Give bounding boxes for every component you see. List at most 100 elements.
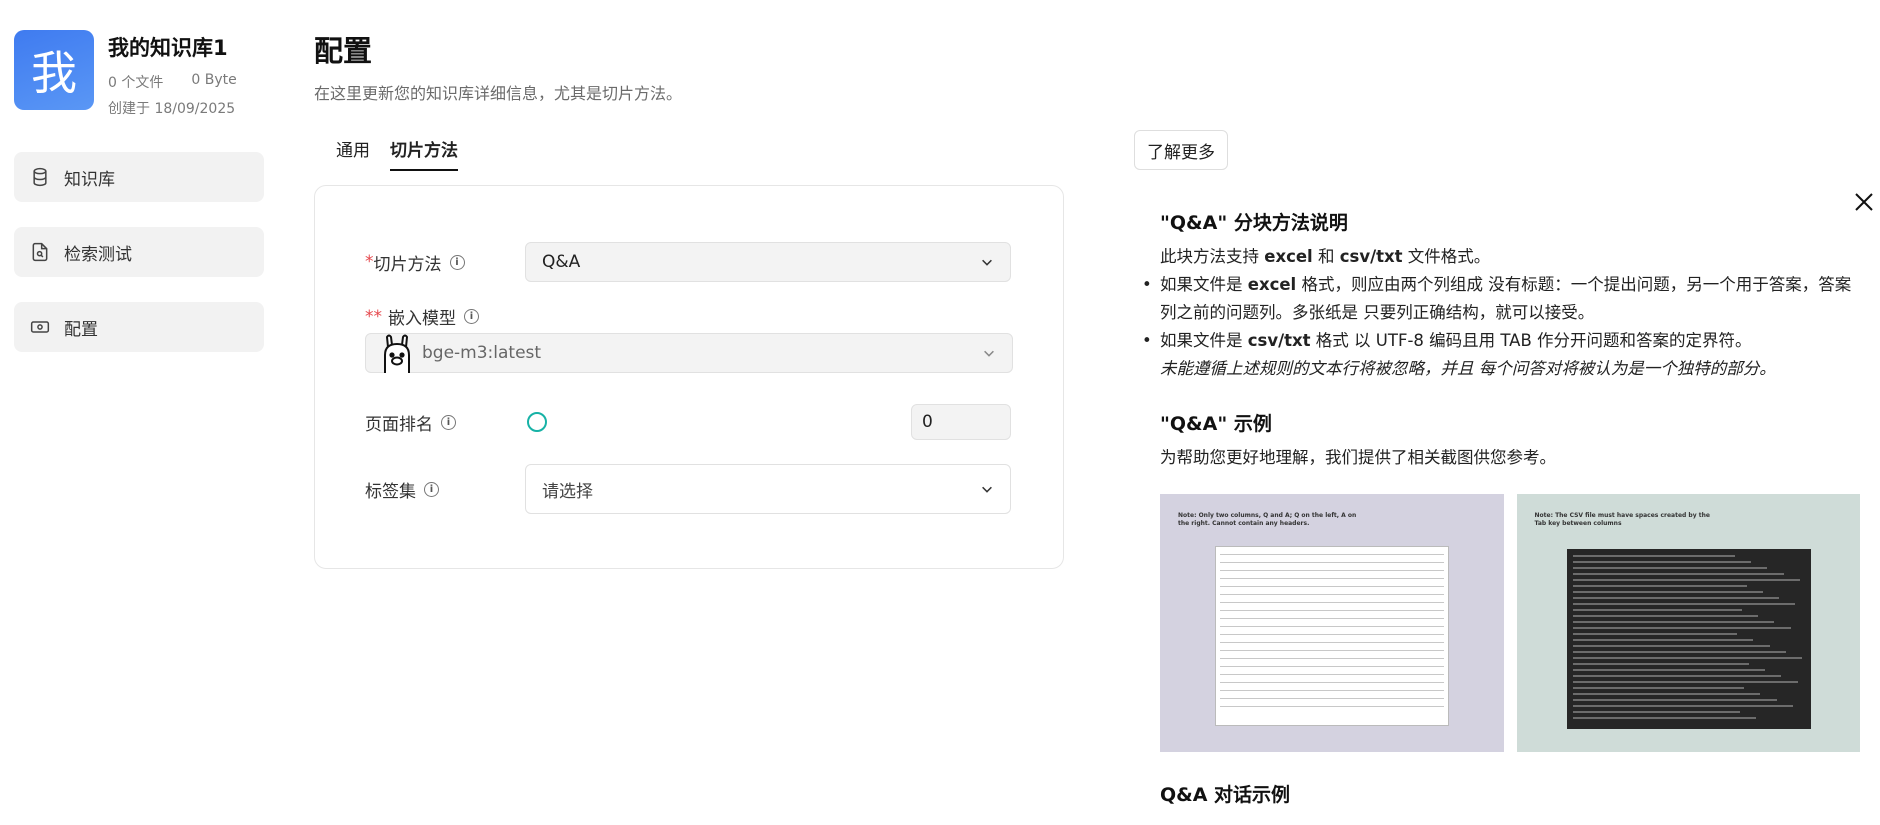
sheet-row-line xyxy=(1220,594,1444,595)
page-rank-input[interactable] xyxy=(911,404,1011,440)
text-bold: excel xyxy=(1264,247,1313,266)
terminal-text-line xyxy=(1572,645,1770,647)
page-title: 配置 xyxy=(314,34,373,68)
text-span: 和 xyxy=(1312,247,1340,266)
file-search-icon xyxy=(32,242,48,262)
sheet-row-line xyxy=(1220,674,1444,675)
sheet-row-line xyxy=(1220,626,1444,627)
kb-avatar: 我 xyxy=(14,30,94,110)
csv-example-image: Note: The CSV file must have spaces crea… xyxy=(1516,494,1860,752)
sheet-row-line xyxy=(1220,682,1444,683)
sheet-row-line xyxy=(1220,666,1444,667)
qa-example-title: "Q&A" 示例 xyxy=(1160,413,1272,435)
page-rank-row: 页面排名 i xyxy=(365,404,1011,440)
terminal-illustration xyxy=(1566,549,1811,729)
terminal-text-line xyxy=(1572,609,1742,611)
text-bold: csv/txt xyxy=(1339,247,1403,266)
text-span: 格式 以 UTF-8 编码且用 TAB 作分开问题和答案的定界符。 xyxy=(1310,331,1752,350)
sidebar-item-label: 检索测试 xyxy=(64,244,132,265)
terminal-text-line xyxy=(1572,585,1747,587)
sheet-row-line xyxy=(1220,586,1444,587)
tab-general[interactable]: 通用 xyxy=(336,136,370,171)
spreadsheet-illustration xyxy=(1215,546,1449,726)
config-form-card: * 切片方法 i Q&A ** 嵌入模型 i bge-m3:latest 页面排… xyxy=(314,185,1064,569)
terminal-text-line xyxy=(1572,657,1803,659)
terminal-text-line xyxy=(1572,681,1798,683)
qa-note: 未能遵循上述规则的文本行将被忽略，并且 每个问答对将被认为是一个独特的部分。 xyxy=(1160,359,1776,378)
embedding-model-value: bge-m3:latest xyxy=(422,343,542,363)
chunk-method-label: * 切片方法 i xyxy=(365,250,525,275)
embedding-model-label: ** 嵌入模型 i xyxy=(365,304,479,329)
text-span: 如果文件是 xyxy=(1160,275,1248,294)
required-mark: * xyxy=(365,252,374,272)
tag-set-select[interactable]: 请选择 xyxy=(525,464,1011,514)
info-icon[interactable]: i xyxy=(424,481,439,497)
terminal-text-line xyxy=(1572,603,1796,605)
embedding-model-row: ** 嵌入模型 i bge-m3:latest xyxy=(365,304,1013,373)
text-bold: csv/txt xyxy=(1247,331,1311,350)
learn-more-button[interactable]: 了解更多 xyxy=(1134,130,1228,170)
page-rank-label: 页面排名 i xyxy=(365,410,527,435)
info-icon[interactable]: i xyxy=(449,254,465,270)
list-item: 如果文件是 csv/txt 格式 以 UTF-8 编码且用 TAB 作分开问题和… xyxy=(1142,327,1860,355)
terminal-text-line xyxy=(1572,597,1779,599)
sidebar-item-knowledge-base[interactable]: 知识库 xyxy=(14,152,264,202)
sheet-row-line xyxy=(1220,706,1444,707)
terminal-text-line xyxy=(1572,675,1782,677)
chevron-down-icon xyxy=(982,486,992,493)
terminal-text-line xyxy=(1572,561,1752,563)
text-span: 文件格式。 xyxy=(1402,247,1491,266)
sheet-row-line xyxy=(1220,698,1444,699)
sidebar-item-configuration[interactable]: 配置 xyxy=(14,302,264,352)
tab-chunk-method[interactable]: 切片方法 xyxy=(390,136,458,171)
qa-dialog-example-title: Q&A 对话示例 xyxy=(1160,784,1291,806)
terminal-text-line xyxy=(1572,711,1740,713)
sheet-row-line xyxy=(1220,618,1444,619)
csv-example-note: Note: The CSV file must have spaces crea… xyxy=(1534,512,1710,527)
chunk-method-value: Q&A xyxy=(542,252,581,272)
page-rank-slider-handle[interactable] xyxy=(527,412,547,432)
required-mark: ** xyxy=(365,306,382,327)
excel-example-note: Note: Only two columns, Q and A; Q on th… xyxy=(1178,512,1357,527)
embedding-model-display: bge-m3:latest xyxy=(378,333,541,373)
sheet-row-line xyxy=(1220,610,1444,611)
terminal-text-line xyxy=(1572,555,1735,557)
kb-name: 我的知识库1 xyxy=(108,36,228,60)
kb-file-count: 0 个文件 xyxy=(108,75,164,91)
list-item: 如果文件是 excel 格式，则应由两个列组成 没有标题：一个提出问题，另一个用… xyxy=(1142,271,1860,327)
sheet-row-line xyxy=(1220,650,1444,651)
embedding-model-label-text: 嵌入模型 xyxy=(388,309,456,329)
text-bold: excel xyxy=(1247,275,1297,294)
sidebar-item-label: 知识库 xyxy=(64,169,115,190)
info-icon[interactable]: i xyxy=(441,414,456,430)
chevron-down-icon xyxy=(982,259,992,266)
terminal-text-line xyxy=(1572,687,1745,689)
terminal-text-line xyxy=(1572,573,1784,575)
terminal-text-line xyxy=(1572,633,1738,635)
sheet-row-line xyxy=(1220,562,1444,563)
sheet-row-line xyxy=(1220,658,1444,659)
sheet-row-line xyxy=(1220,634,1444,635)
database-icon xyxy=(33,167,47,187)
terminal-text-line xyxy=(1572,621,1775,623)
sidebar-item-retrieval-test[interactable]: 检索测试 xyxy=(14,227,264,277)
chunk-method-select[interactable]: Q&A xyxy=(525,242,1011,282)
excel-example-image: Note: Only two columns, Q and A; Q on th… xyxy=(1160,494,1504,752)
qa-intro: 此块方法支持 excel 和 csv/txt 文件格式。 xyxy=(1160,243,1860,271)
terminal-text-line xyxy=(1572,615,1759,617)
sheet-row-line xyxy=(1220,570,1444,571)
settings-card-icon xyxy=(30,321,50,333)
info-icon[interactable]: i xyxy=(464,309,479,324)
chunk-method-help-panel: "Q&A" 分块方法说明 此块方法支持 excel 和 csv/txt 文件格式… xyxy=(1142,208,1860,807)
terminal-text-line xyxy=(1572,693,1761,695)
tab-bar: 通用 切片方法 xyxy=(336,136,458,171)
terminal-text-line xyxy=(1572,705,1793,707)
sidebar-nav: 知识库 检索测试 配置 xyxy=(14,152,264,377)
sheet-row-line xyxy=(1220,554,1444,555)
kb-created-date: 创建于 18/09/2025 xyxy=(108,101,236,117)
sheet-row-line xyxy=(1220,642,1444,643)
terminal-text-line xyxy=(1572,717,1756,719)
tag-set-placeholder: 请选择 xyxy=(542,481,593,502)
embedding-model-select[interactable]: bge-m3:latest xyxy=(365,333,1013,373)
sheet-row-line xyxy=(1220,602,1444,603)
